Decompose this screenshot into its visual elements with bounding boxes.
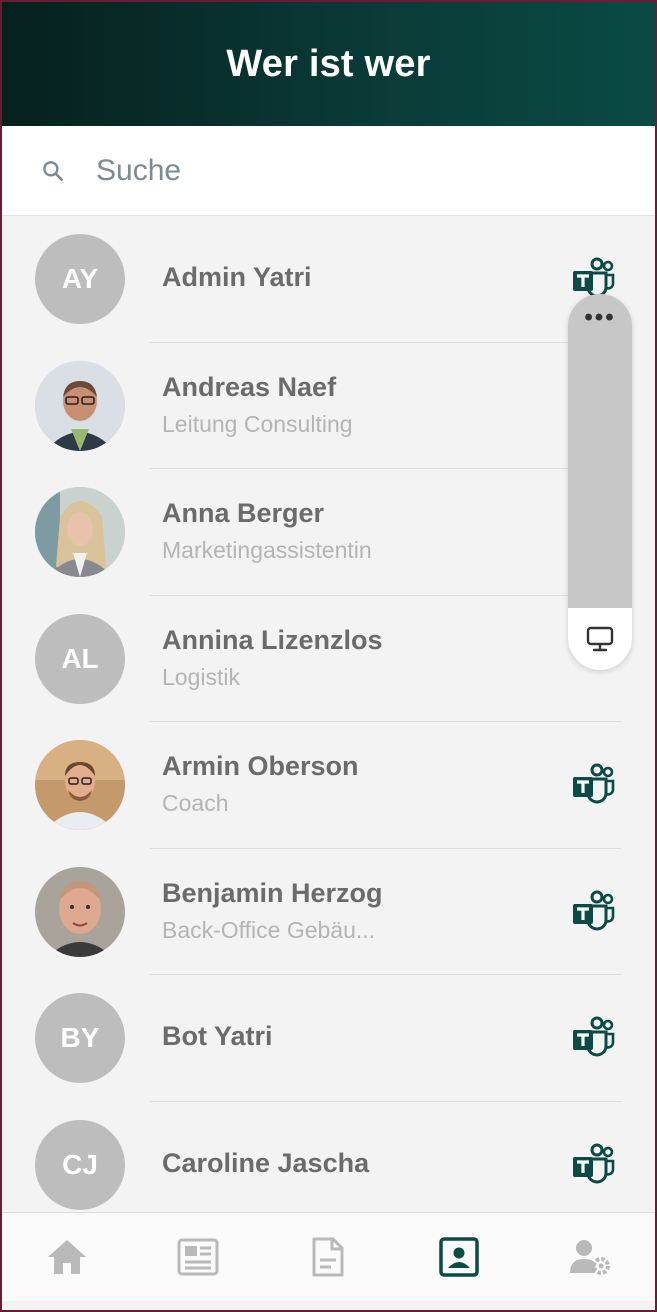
contact-name: Caroline Jascha xyxy=(162,1147,370,1178)
contact-role: Coach xyxy=(162,790,229,816)
avatar-photo xyxy=(35,487,125,578)
avatar: BY xyxy=(35,993,125,1084)
contact-name: Armin Oberson xyxy=(162,751,359,781)
contact-name: Bot Yatri xyxy=(162,1021,273,1051)
contact-role: Leitung Consulting xyxy=(162,410,353,437)
list-item[interactable]: AL Annina Lizenzlos Logistik xyxy=(2,596,655,722)
contact-name: Andreas Naef xyxy=(162,371,337,402)
floating-panel[interactable]: ••• xyxy=(568,294,632,670)
contact-role: Logistik xyxy=(162,663,240,690)
contact-text: Andreas Naef Leitung Consulting xyxy=(162,372,353,438)
contact-text: Caroline Jascha xyxy=(162,1148,369,1179)
list-item[interactable]: CJ Caroline Jascha xyxy=(2,1102,655,1229)
teams-icon[interactable] xyxy=(571,1143,615,1187)
contact-text: Bot Yatri xyxy=(162,1021,273,1052)
nav-news[interactable] xyxy=(168,1227,228,1287)
list-item[interactable]: AY Admin Yatri xyxy=(2,216,655,343)
avatar: AY xyxy=(35,234,125,325)
contact-name: Annina Lizenzlos xyxy=(162,624,383,655)
teams-icon[interactable] xyxy=(571,890,615,934)
avatar: AL xyxy=(35,613,125,704)
document-icon xyxy=(312,1237,344,1277)
monitor-icon xyxy=(586,626,614,652)
contact-role: Back-Office Gebäu... xyxy=(162,916,376,943)
contact-role: Marketingassistentin xyxy=(162,537,372,563)
contact-text: Anna Berger Marketingassistentin xyxy=(162,498,372,564)
contact-text: Armin Oberson Coach xyxy=(162,751,359,817)
contact-text: Annina Lizenzlos Logistik xyxy=(162,625,383,691)
nav-documents[interactable] xyxy=(298,1227,358,1287)
avatar-photo xyxy=(35,866,125,957)
teams-icon[interactable] xyxy=(571,763,615,807)
search-input[interactable] xyxy=(94,152,498,189)
avatar-photo xyxy=(35,360,125,451)
nav-contacts[interactable] xyxy=(429,1227,489,1287)
contact-name: Anna Berger xyxy=(162,498,325,528)
app-header: Wer ist wer xyxy=(2,2,655,126)
contact-text: Admin Yatri xyxy=(162,262,312,293)
list-item[interactable]: Andreas Naef Leitung Consulting xyxy=(2,343,655,469)
page-title: Wer ist wer xyxy=(226,42,431,85)
list-item[interactable]: Anna Berger Marketingassistentin xyxy=(2,469,655,596)
app-frame: Wer ist wer AY Admin Yatri xyxy=(0,0,657,1312)
contact-list[interactable]: AY Admin Yatri Andreas Naef Leitung Cons… xyxy=(2,216,655,1228)
news-icon xyxy=(177,1238,219,1276)
avatar: CJ xyxy=(35,1119,125,1210)
bottom-nav xyxy=(2,1212,655,1301)
contacts-icon xyxy=(439,1237,479,1277)
contact-text: Benjamin Herzog Back-Office Gebäu... xyxy=(162,878,383,944)
contact-name: Benjamin Herzog xyxy=(162,877,383,908)
screen-button[interactable] xyxy=(568,608,632,670)
list-item[interactable]: Armin Oberson Coach xyxy=(2,722,655,849)
avatar-photo xyxy=(35,740,125,831)
list-item[interactable]: Benjamin Herzog Back-Office Gebäu... xyxy=(2,849,655,975)
teams-icon[interactable] xyxy=(571,1016,615,1060)
contact-name: Admin Yatri xyxy=(162,262,312,292)
list-item[interactable]: BY Bot Yatri xyxy=(2,975,655,1102)
nav-home[interactable] xyxy=(37,1227,97,1287)
user-settings-icon xyxy=(569,1240,610,1275)
nav-user-settings[interactable] xyxy=(560,1227,620,1287)
more-dots-icon[interactable]: ••• xyxy=(568,306,632,330)
home-icon xyxy=(48,1240,87,1274)
search-bar[interactable] xyxy=(2,126,655,216)
search-icon xyxy=(43,160,63,181)
